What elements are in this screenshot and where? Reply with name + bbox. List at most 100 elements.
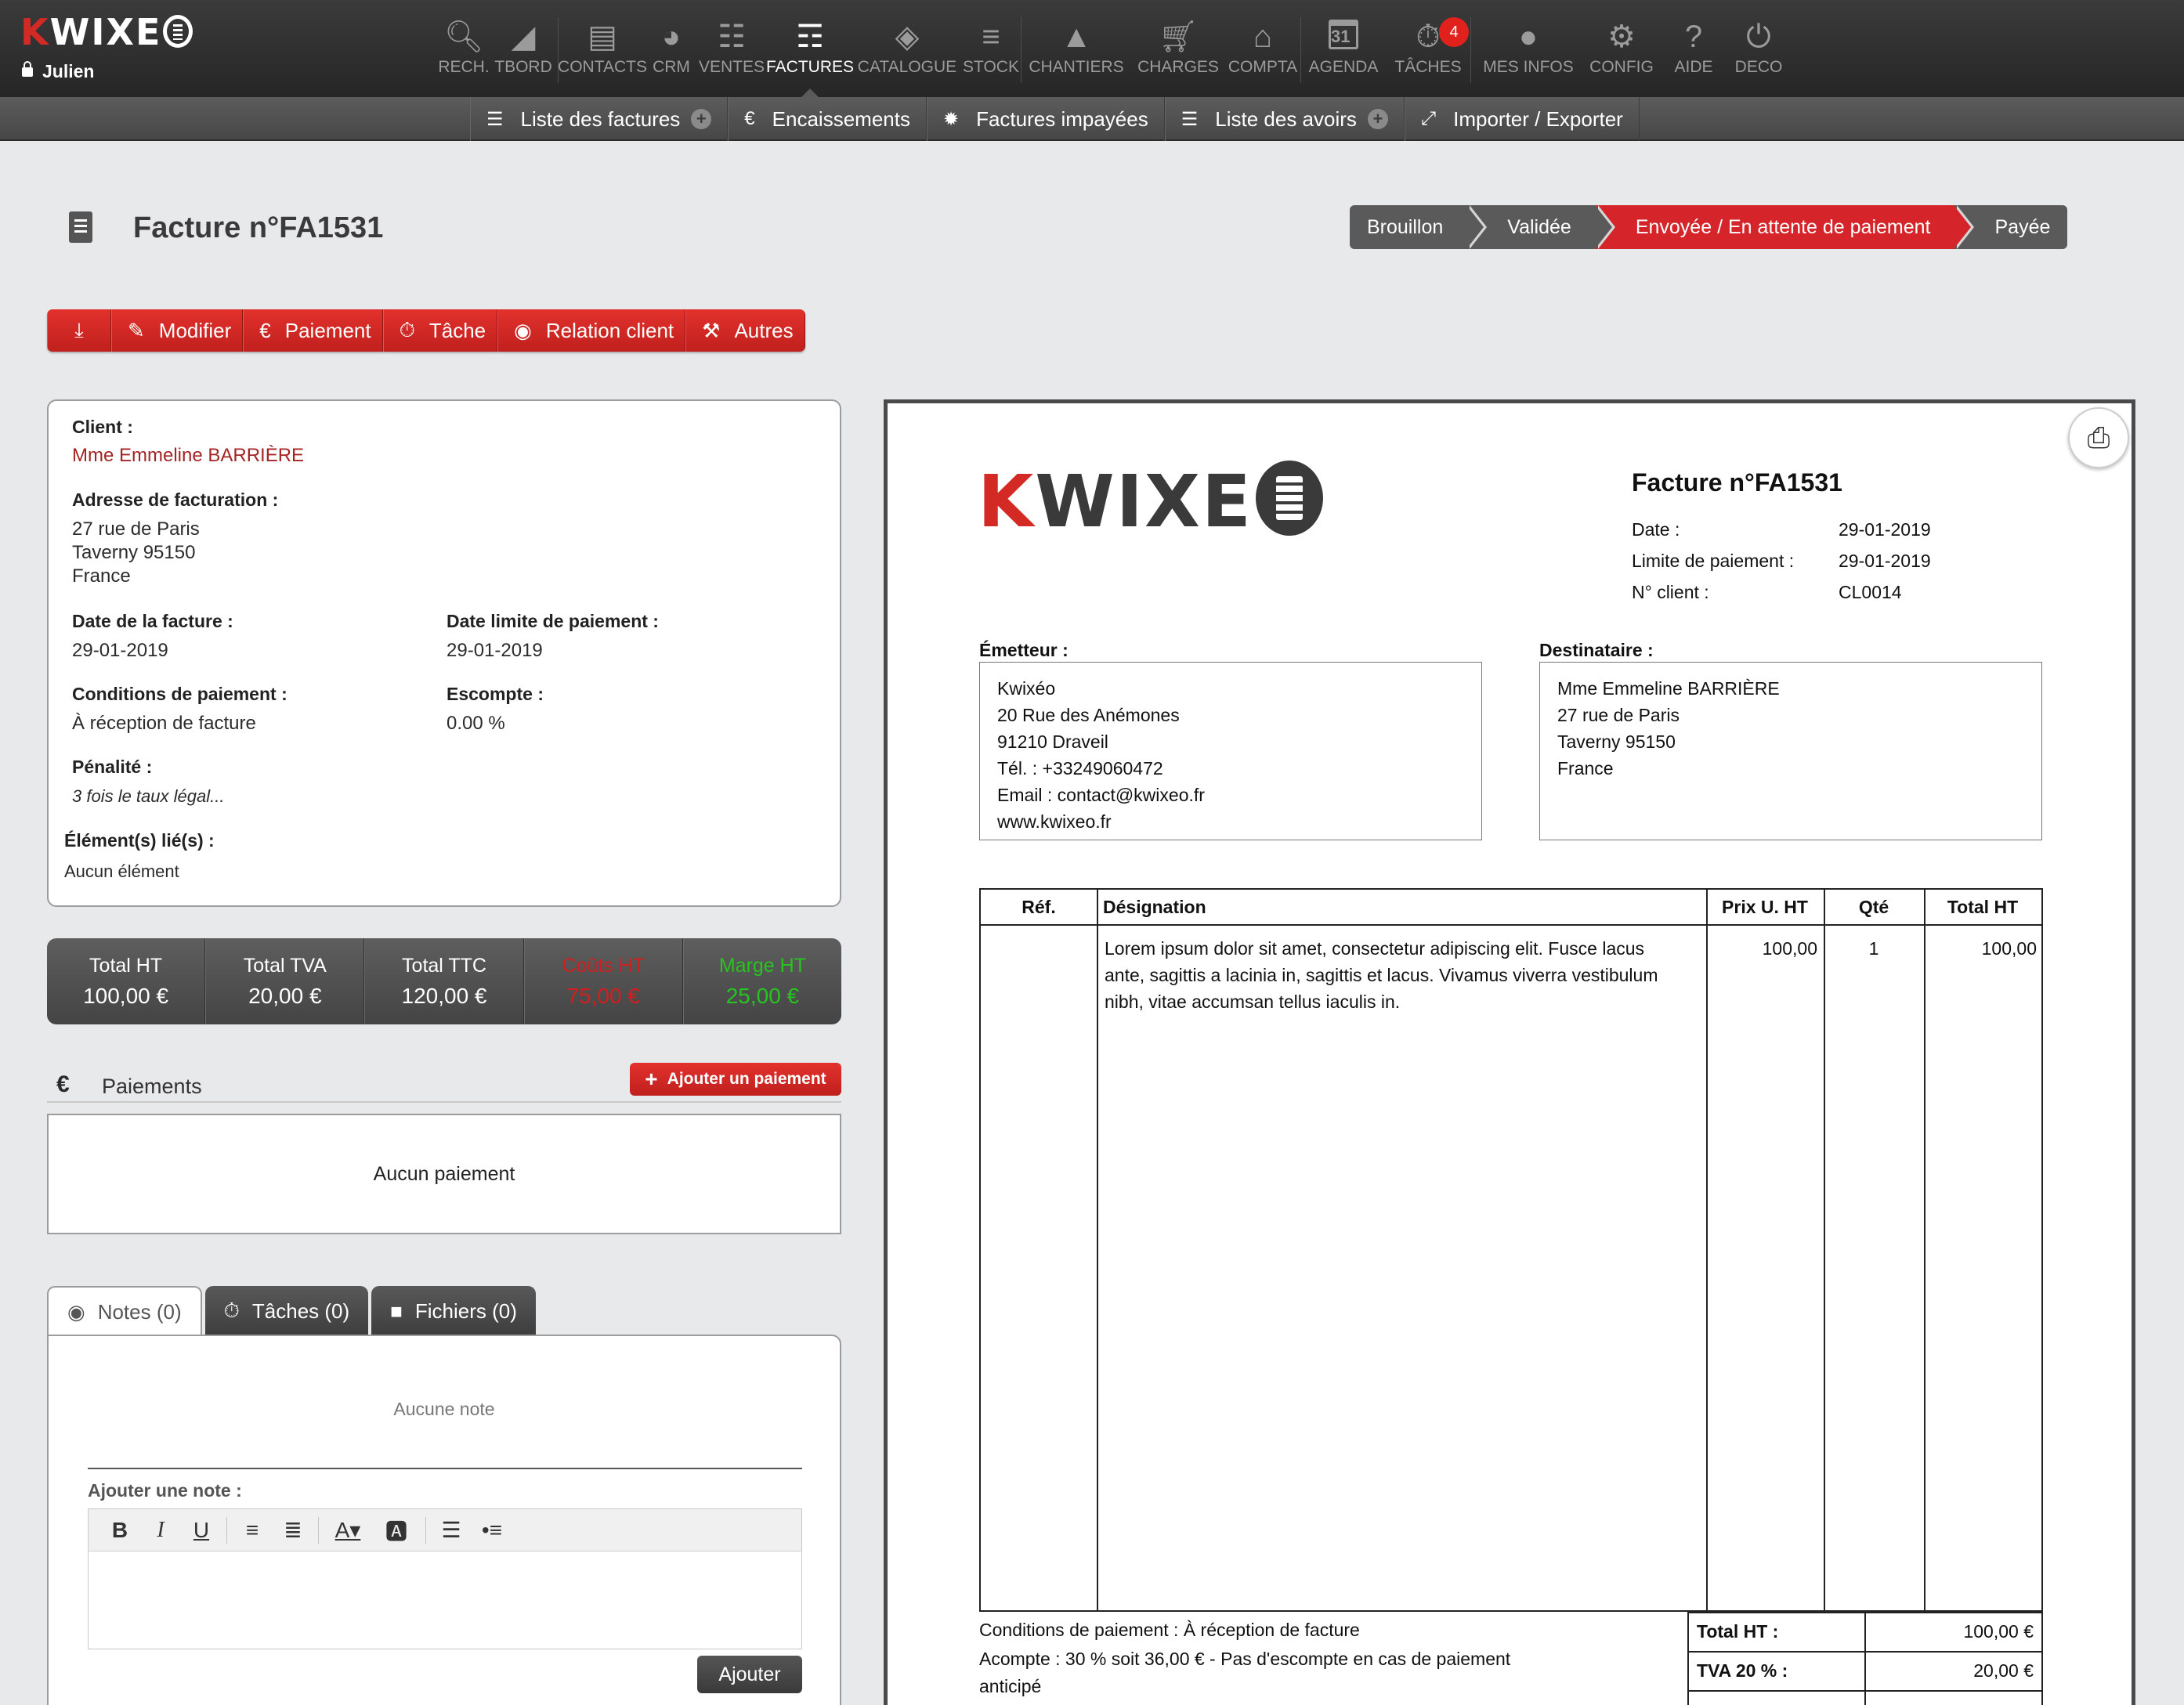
bullet-list-icon[interactable]: •≡: [472, 1518, 512, 1543]
penalty-value: 3 fois le taux légal...: [72, 786, 225, 806]
nav-dashboard[interactable]: ◢ TBORD: [489, 0, 558, 97]
line-qty: 1: [1868, 938, 1879, 959]
print-button[interactable]: ⎙: [2068, 407, 2129, 468]
invoice-date-label: Date de la facture :: [72, 611, 233, 631]
add-payment-button[interactable]: + Ajouter un paiement: [630, 1063, 841, 1096]
plus-icon: +: [645, 1067, 658, 1091]
divider: [47, 1101, 841, 1103]
client-relation-button[interactable]: ◉ Relation client: [497, 309, 686, 352]
subnav-import-export[interactable]: ⤢ Importer / Exporter: [1404, 97, 1640, 141]
invoice-company-logo: KWIXE: [978, 459, 1323, 545]
recipient-line: France: [1557, 758, 1614, 778]
subnav-credit-notes[interactable]: ☰ Liste des avoirs +: [1164, 97, 1405, 141]
billing-address-line: Taverny 95150: [72, 542, 196, 563]
issuer-line: Tél. : +33249060472: [997, 758, 1163, 778]
tab-files[interactable]: ■ Fichiers (0): [371, 1286, 536, 1336]
align-left-icon[interactable]: ≡: [232, 1518, 273, 1543]
nav-help[interactable]: ? AIDE: [1658, 0, 1730, 97]
recipient-label: Destinataire :: [1539, 640, 1654, 660]
nav-accounting[interactable]: ⌂ COMPTA: [1225, 0, 1300, 97]
calendar-icon: 31: [1329, 16, 1358, 58]
catalog-icon: ◈: [895, 20, 920, 54]
tab-tasks[interactable]: ⏱︎ Tâches (0): [204, 1286, 369, 1336]
invoice-actions: ⤓ ✎ Modifier € Paiement ⏱︎ Tâche ◉ Relation …: [47, 309, 805, 352]
nav-crm[interactable]: ◕ CRM: [646, 0, 696, 97]
status-step-sent[interactable]: Envoyée / En attente de paiement: [1594, 205, 1975, 249]
col-ref-header: Réf.: [981, 890, 1097, 926]
nav-agenda[interactable]: 31 AGENDA: [1301, 0, 1386, 97]
nav-stock[interactable]: ≡ STOCK: [961, 0, 1021, 97]
ordered-list-icon[interactable]: ☰: [431, 1517, 472, 1543]
nav-worksites[interactable]: ▲ CHANTIERS: [1021, 0, 1131, 97]
tasks-count-badge: 4: [1439, 17, 1469, 47]
invoice-conditions: Conditions de paiement : À réception de …: [979, 1620, 1360, 1640]
tools-icon: ⚒: [702, 318, 721, 342]
sub-navbar: ☰ Liste des factures + € Encaissements ✹ Fac…: [0, 97, 2184, 141]
billing-address-line: 27 rue de Paris: [72, 518, 200, 540]
edit-button[interactable]: ✎ Modifier: [111, 309, 244, 352]
notes-tabs: ◉ Notes (0) ⏱︎ Tâches (0) ■ Fichiers (0): [47, 1286, 539, 1336]
current-user[interactable]: Julien: [22, 61, 94, 82]
nav-catalog[interactable]: ◈ CATALOGUE: [853, 0, 961, 97]
discount-value: 0.00 %: [447, 713, 505, 734]
stopwatch-icon: ⏱︎: [223, 1299, 240, 1322]
add-invoice-icon[interactable]: +: [691, 109, 712, 129]
invoice-document-icon: [69, 211, 92, 243]
add-note-button[interactable]: Ajouter: [697, 1656, 802, 1693]
payment-button[interactable]: € Paiement: [243, 309, 383, 352]
notes-panel: Aucune note Ajouter une note : B I U ≡ ≣…: [47, 1335, 841, 1705]
invoice-lines-table: Réf. Désignation Prix U. HT Qté Total HT…: [979, 888, 2043, 1612]
line-unit-price: 100,00: [1762, 938, 1817, 959]
download-button[interactable]: ⤓: [47, 309, 111, 352]
nav-expenses[interactable]: 🛒︎ CHARGES: [1131, 0, 1225, 97]
issuer-line: 20 Rue des Anémones: [997, 705, 1180, 725]
invoice-due: 29-01-2019: [1839, 551, 1931, 571]
client-name[interactable]: Mme Emmeline BARRIÈRE: [72, 444, 304, 468]
invoice-deposit: Acompte : 30 % soit 36,00 € - Pas d'esco…: [979, 1649, 1511, 1669]
tab-notes[interactable]: ◉ Notes (0): [47, 1286, 202, 1336]
divider: [88, 1468, 802, 1469]
euro-icon: €: [56, 1071, 70, 1097]
recipient-line: Taverny 95150: [1557, 731, 1676, 752]
linked-items-value: Aucun élément: [64, 862, 179, 881]
editor-toolbar: B I U ≡ ≣ A▾ 🅰︎ ☰ •≡: [89, 1509, 801, 1551]
invoice-date-label: Date :: [1632, 519, 1680, 540]
task-button[interactable]: ⏱︎ Tâche: [382, 309, 498, 352]
invoice-date: 29-01-2019: [1839, 519, 1931, 540]
total-ht: Total HT 100,00 €: [47, 938, 206, 1024]
due-date-label: Date limite de paiement :: [447, 611, 659, 631]
nav-config[interactable]: ⚙ CONFIG: [1586, 0, 1658, 97]
add-credit-note-icon[interactable]: +: [1367, 109, 1388, 129]
line-designation: Lorem ipsum dolor sit amet, consectetur …: [1105, 938, 1658, 1012]
other-actions-button[interactable]: ⚒ Autres: [685, 309, 805, 352]
highlight-color-icon[interactable]: 🅰︎: [372, 1515, 421, 1546]
nav-sales[interactable]: ☷ VENTES: [696, 0, 767, 97]
nav-contacts[interactable]: ▤ CONTACTS: [558, 0, 647, 97]
payments-title: Paiements: [102, 1075, 202, 1098]
nav-my-info[interactable]: ● MES INFOS: [1471, 0, 1586, 97]
user-icon: ●: [1518, 20, 1539, 54]
subnav-unpaid-invoices[interactable]: ✹ Factures impayées: [926, 97, 1165, 141]
font-color-icon[interactable]: A▾: [324, 1517, 372, 1543]
stopwatch-icon: ⏱︎: [1416, 20, 1441, 54]
subnav-receipts[interactable]: € Encaissements: [728, 97, 927, 141]
invoice-info-card: Client : Mme Emmeline BARRIÈRE Adresse d…: [47, 399, 841, 907]
bold-icon[interactable]: B: [99, 1518, 140, 1543]
calculator-icon: [163, 15, 193, 48]
subnav-invoice-list[interactable]: ☰ Liste des factures +: [470, 97, 729, 141]
status-step-draft[interactable]: Brouillon: [1350, 205, 1488, 249]
help-icon: ?: [1684, 20, 1703, 54]
nav-invoices[interactable]: ☶ FACTURES: [766, 0, 854, 97]
underline-icon[interactable]: U: [181, 1518, 222, 1543]
dashboard-icon: ◕: [661, 20, 682, 54]
nav-tasks[interactable]: ⏱︎ TÂCHES 4: [1386, 0, 1470, 97]
invoice-due-label: Limite de paiement :: [1632, 551, 1795, 571]
top-navbar: KWIXE Julien 🔍︎ RECH. ◢ TBORD ▤ CONTACTS ◕ C…: [0, 0, 2184, 97]
nav-search[interactable]: 🔍︎ RECH.: [438, 0, 489, 97]
italic-icon[interactable]: I: [140, 1518, 181, 1543]
note-editor[interactable]: B I U ≡ ≣ A▾ 🅰︎ ☰ •≡: [88, 1508, 802, 1649]
app-logo[interactable]: KWIXE: [20, 11, 193, 53]
nav-logout[interactable]: ⏻ DECO: [1730, 0, 1788, 97]
calculator-icon: [1255, 461, 1323, 536]
align-center-icon[interactable]: ≣: [273, 1517, 313, 1543]
